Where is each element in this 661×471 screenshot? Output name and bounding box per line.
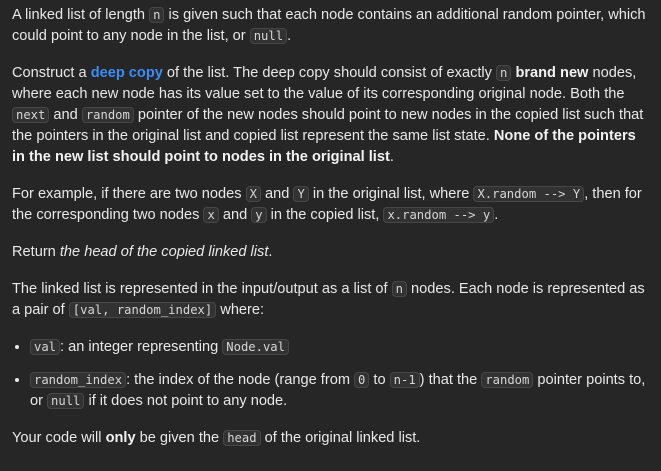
- text: A linked list of length: [12, 7, 150, 23]
- text: .: [389, 149, 394, 165]
- inline-code: X.random --> Y: [473, 186, 585, 202]
- field-list: val: an integer representing Node.val ra…: [12, 337, 649, 412]
- inline-code: x: [203, 207, 219, 223]
- inline-code: random: [81, 107, 134, 123]
- inline-code: null: [249, 28, 288, 44]
- bold-text: only: [105, 430, 136, 446]
- italic-text: the head of the copied linked list: [59, 244, 269, 260]
- text: and: [49, 107, 82, 123]
- deep-copy-link[interactable]: deep copy: [91, 65, 163, 81]
- text: ) that the: [419, 372, 482, 388]
- text: The linked list is represented in the in…: [12, 281, 392, 297]
- text: of the original linked list.: [260, 430, 421, 446]
- list-item-val: val: an integer representing Node.val: [30, 337, 649, 358]
- inline-code: Y: [293, 186, 309, 202]
- inline-code: val: [30, 339, 61, 355]
- text: in the copied list,: [266, 207, 384, 223]
- inline-code: random: [481, 372, 534, 388]
- inline-code: random_index: [30, 372, 127, 388]
- inline-code: n-1: [389, 372, 420, 388]
- text: Construct a: [12, 65, 91, 81]
- text: of the list. The deep copy should consis…: [162, 65, 497, 81]
- text: in the original list, where: [308, 186, 474, 202]
- text: .: [268, 244, 273, 260]
- text: : the index of the node (range from: [126, 372, 355, 388]
- text: if it does not point to any node.: [84, 393, 288, 409]
- text: : an integer representing: [60, 339, 223, 355]
- inline-code: n: [496, 65, 512, 81]
- text: For example, if there are two nodes: [12, 186, 246, 202]
- inline-code: next: [12, 107, 50, 123]
- inline-code: 0: [354, 372, 370, 388]
- problem-description: A linked list of length n is given such …: [0, 0, 661, 449]
- input-paragraph: Your code will only be given the head of…: [12, 428, 649, 449]
- text: be given the: [135, 430, 224, 446]
- task-paragraph: Construct a deep copy of the list. The d…: [12, 63, 649, 168]
- text: where:: [216, 302, 265, 318]
- text: .: [287, 28, 292, 44]
- inline-code: n: [149, 7, 165, 23]
- inline-code: y: [251, 207, 267, 223]
- return-paragraph: Return the head of the copied linked lis…: [12, 242, 649, 263]
- text: .: [494, 207, 499, 223]
- text: and: [218, 207, 252, 223]
- intro-paragraph: A linked list of length n is given such …: [12, 5, 649, 47]
- text: Your code will: [12, 430, 106, 446]
- text: to: [369, 372, 390, 388]
- inline-code: n: [391, 281, 407, 297]
- inline-code: null: [47, 393, 85, 409]
- inline-code: [val, random_index]: [68, 302, 217, 318]
- inline-code: Node.val: [222, 339, 289, 355]
- list-item-random-index: random_index: the index of the node (ran…: [30, 370, 649, 412]
- inline-code: x.random --> y: [383, 207, 495, 223]
- inline-code: head: [223, 430, 261, 446]
- representation-paragraph: The linked list is represented in the in…: [12, 279, 649, 321]
- example-paragraph: For example, if there are two nodes X an…: [12, 184, 649, 226]
- text: Return: [12, 244, 60, 260]
- inline-code: X: [245, 186, 261, 202]
- bold-text: brand new: [515, 65, 589, 81]
- text: and: [260, 186, 294, 202]
